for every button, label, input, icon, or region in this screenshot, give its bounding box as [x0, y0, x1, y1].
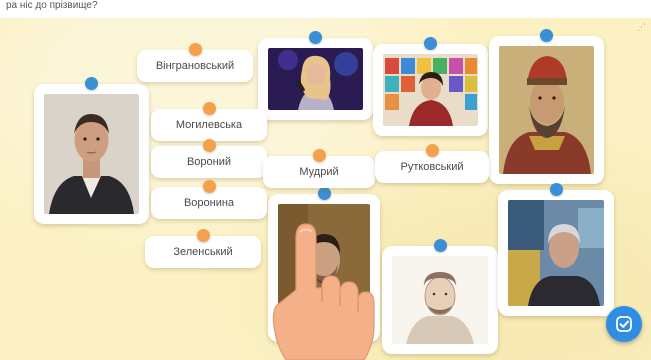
label-text: Воронина — [183, 197, 235, 209]
connector-dot[interactable] — [203, 102, 216, 115]
connector-dot[interactable] — [424, 37, 437, 50]
instruction-text: ра ніс до прізвище? — [0, 0, 651, 18]
connector-dot[interactable] — [434, 239, 447, 252]
label-card-voronyna[interactable]: Воронина — [151, 180, 267, 219]
woman-singer-photo — [268, 48, 363, 110]
connector-dot[interactable] — [189, 43, 202, 56]
photo-card-woman-with-books[interactable] — [373, 37, 488, 136]
connector-dot[interactable] — [550, 183, 563, 196]
matching-board: ⋰ Вінграновський Могилевська Вороний Вор… — [0, 18, 651, 360]
connector-dot[interactable] — [203, 139, 216, 152]
label-card-mudryi[interactable]: Мудрий — [263, 149, 375, 188]
medieval-prince-photo — [499, 46, 594, 174]
photo-card-medieval-prince[interactable] — [489, 29, 604, 184]
connector-dot[interactable] — [318, 187, 331, 200]
connector-dot[interactable] — [309, 31, 322, 44]
label-card-voronyi[interactable]: Вороний — [151, 139, 267, 178]
man-portrait-photo — [44, 94, 139, 214]
connector-dot[interactable] — [540, 29, 553, 42]
photo-card-man-portrait[interactable] — [34, 77, 149, 224]
label-text: Вороний — [186, 156, 232, 168]
connector-dot[interactable] — [197, 229, 210, 242]
label-text: Рутковський — [400, 161, 464, 173]
connector-dot[interactable] — [426, 144, 439, 157]
label-card-vinhranovskyi[interactable]: Вінграновський — [137, 43, 253, 82]
label-card-rutkovskyi[interactable]: Рутковський — [375, 144, 489, 183]
photo-card-old-man-drawing[interactable] — [382, 239, 498, 354]
photo-card-woman-singer[interactable] — [258, 31, 373, 120]
label-card-zelenskyi[interactable]: Зеленський — [145, 229, 261, 268]
label-text: Вінграновський — [155, 60, 235, 72]
photo-card-elderly-man[interactable] — [498, 183, 614, 316]
pointer-hand-icon — [272, 223, 375, 360]
fullscreen-icon[interactable]: ⋰ — [637, 22, 646, 33]
check-icon — [616, 316, 632, 332]
woman-with-books-photo — [383, 54, 478, 126]
label-text: Зеленський — [173, 246, 233, 258]
old-man-drawing-photo — [392, 256, 488, 344]
label-card-mohylevska[interactable]: Могилевська — [151, 102, 267, 141]
label-text: Мудрий — [299, 166, 339, 178]
check-answer-button[interactable] — [606, 306, 642, 342]
connector-dot[interactable] — [203, 180, 216, 193]
label-text: Могилевська — [175, 119, 243, 131]
connector-dot[interactable] — [85, 77, 98, 90]
elderly-man-photo — [508, 200, 604, 306]
connector-dot[interactable] — [313, 149, 326, 162]
